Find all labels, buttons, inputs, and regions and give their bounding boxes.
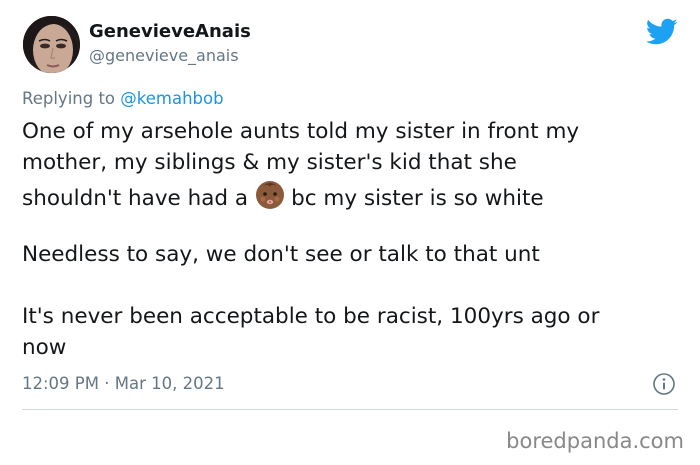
tweet-timestamp[interactable]: 12:09 PM · Mar 10, 2021 bbox=[22, 373, 225, 395]
tweet-text-line: It's never been acceptable to be racist,… bbox=[22, 304, 600, 329]
tweet-text-line: now bbox=[22, 335, 67, 360]
tweet-text-line: mother, my siblings & my sister's kid th… bbox=[22, 150, 517, 175]
watermark: boredpanda.com bbox=[506, 429, 684, 453]
tweet-text-line: One of my arsehole aunts told my sister … bbox=[22, 119, 580, 144]
display-name[interactable]: GenevieveAnais bbox=[89, 21, 251, 43]
tweet-text-line: shouldn't have had a bc my sister is so … bbox=[22, 179, 544, 220]
tweet-date: Mar 10, 2021 bbox=[114, 374, 225, 393]
twitter-bird-icon[interactable] bbox=[646, 18, 678, 46]
info-icon[interactable] bbox=[652, 372, 676, 396]
divider bbox=[22, 409, 678, 410]
tweet-text-line: Needless to say, we don't see or talk to… bbox=[22, 242, 540, 267]
tweet-text-segment: bc my sister is so white bbox=[291, 186, 544, 211]
timestamp-separator: · bbox=[104, 374, 110, 393]
tweet-time: 12:09 PM bbox=[22, 374, 99, 393]
replying-to: Replying to @kemahbob bbox=[22, 88, 224, 110]
baby-emoji-icon bbox=[254, 179, 286, 220]
avatar-image bbox=[23, 16, 80, 73]
replying-prefix: Replying to bbox=[22, 89, 121, 108]
avatar[interactable] bbox=[23, 16, 80, 73]
user-handle[interactable]: @genevieve_anais bbox=[89, 46, 239, 66]
replying-to-mention[interactable]: @kemahbob bbox=[120, 89, 223, 108]
tweet-text-segment: shouldn't have had a bbox=[22, 186, 249, 211]
